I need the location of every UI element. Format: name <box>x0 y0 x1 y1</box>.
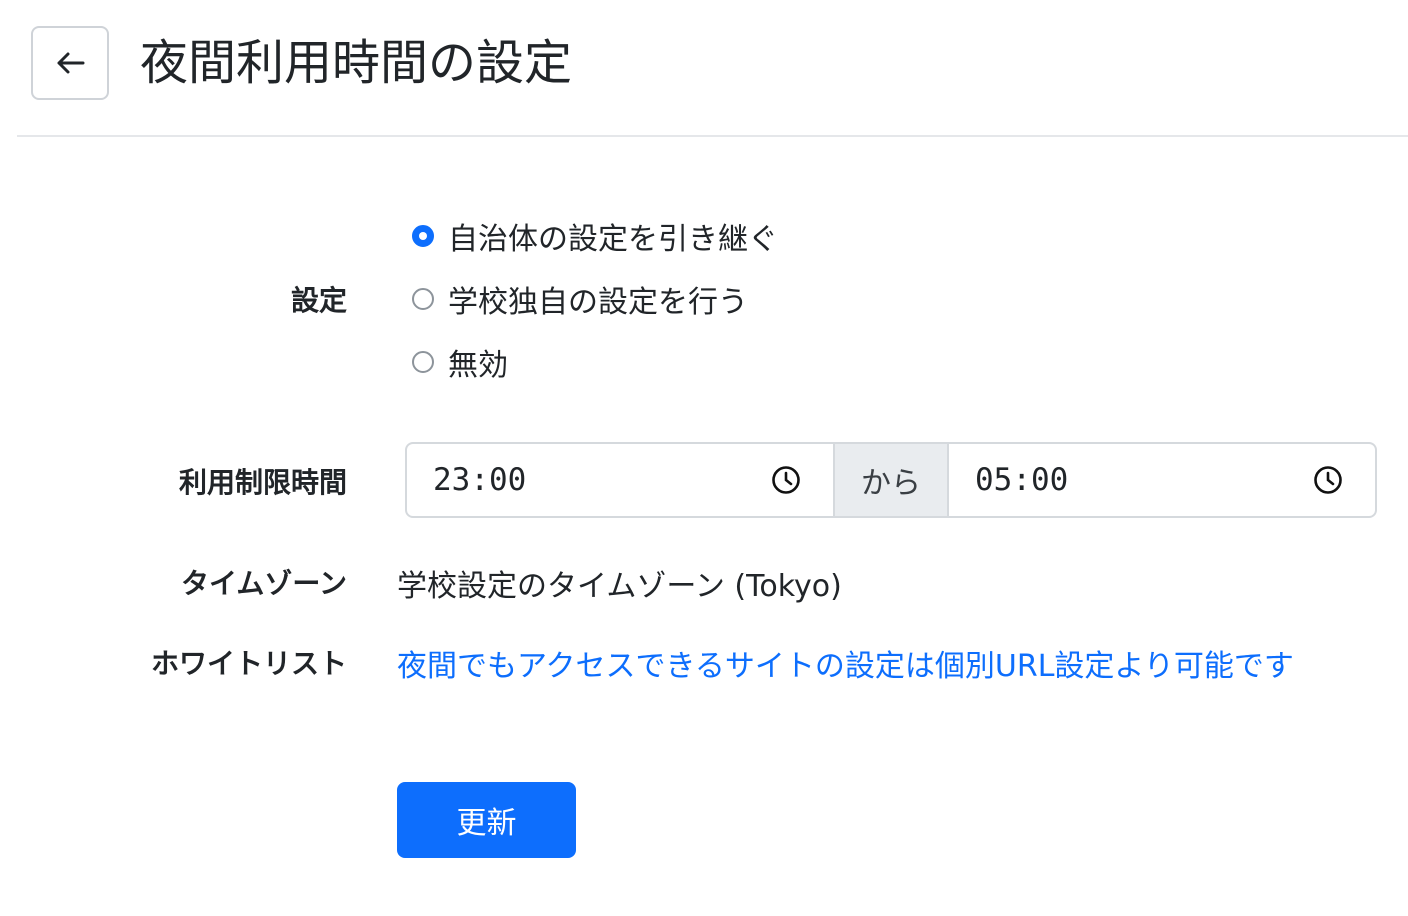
radio-option-custom[interactable]: 学校独自の設定を行う <box>412 277 748 321</box>
timezone-label: タイムゾーン <box>180 567 347 600</box>
back-button[interactable] <box>31 26 109 100</box>
start-time-value: 23:00 <box>433 462 527 498</box>
radio-option-disabled[interactable]: 無効 <box>412 340 508 384</box>
whitelist-link[interactable]: 夜間でもアクセスできるサイトの設定は個別URL設定より可能です <box>397 641 1294 685</box>
header-divider <box>17 135 1408 137</box>
radio-option-label: 無効 <box>448 348 508 383</box>
clock-icon[interactable] <box>771 465 801 495</box>
clock-icon[interactable] <box>1313 465 1343 495</box>
radio-button[interactable] <box>412 225 434 247</box>
arrow-left-icon <box>55 51 85 75</box>
radio-option-label: 学校独自の設定を行う <box>448 285 748 320</box>
time-range-separator: から <box>835 442 947 518</box>
radio-option-inherit[interactable]: 自治体の設定を引き継ぐ <box>412 214 778 258</box>
radio-button[interactable] <box>412 351 434 373</box>
end-time-input[interactable]: 05:00 <box>947 442 1377 518</box>
setting-label: 設定 <box>290 284 347 317</box>
radio-button[interactable] <box>412 288 434 310</box>
radio-option-label: 自治体の設定を引き継ぐ <box>448 222 778 257</box>
restriction-time-group: 23:00 から 05:00 <box>405 442 1377 518</box>
update-button[interactable]: 更新 <box>397 782 576 858</box>
restriction-time-label: 利用制限時間 <box>178 466 347 499</box>
page-header: 夜間利用時間の設定 <box>0 0 1408 137</box>
end-time-value: 05:00 <box>975 462 1069 498</box>
timezone-value: 学校設定のタイムゾーン (Tokyo) <box>397 569 842 604</box>
start-time-input[interactable]: 23:00 <box>405 442 835 518</box>
page-title: 夜間利用時間の設定 <box>140 35 573 91</box>
whitelist-label: ホワイトリスト <box>150 647 347 680</box>
